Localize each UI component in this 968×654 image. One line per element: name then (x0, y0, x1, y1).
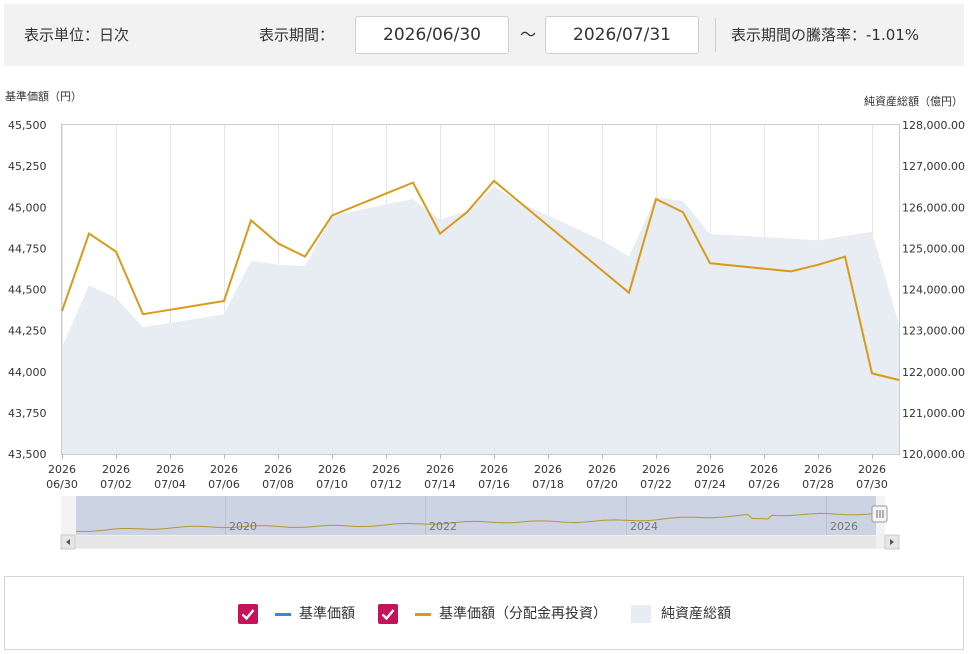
nav-series-checkbox[interactable] (238, 604, 258, 624)
x-tick-date: 07/30 (856, 478, 888, 491)
x-tick-date: 07/02 (100, 478, 132, 491)
y-tick-label: 44,000 (8, 366, 47, 379)
y-tick-label: 44,250 (8, 325, 47, 338)
y-tick-label: 44,500 (8, 284, 47, 297)
x-tick-date: 07/18 (532, 478, 564, 491)
y2-tick-label: 123,000.00 (902, 325, 965, 338)
x-tick-date: 07/16 (478, 478, 510, 491)
x-tick-date: 07/04 (154, 478, 186, 491)
navigator-year-label: 2024 (630, 520, 658, 533)
x-tick-year: 2026 (48, 463, 76, 476)
x-tick-date: 07/26 (748, 478, 780, 491)
reinvested-series-checkbox[interactable] (378, 604, 398, 624)
chart-legend: 基準価額 基準価額（分配金再投資） 純資産総額 (4, 576, 964, 650)
x-tick-year: 2026 (696, 463, 724, 476)
x-tick-date: 07/08 (262, 478, 294, 491)
reinvested-series-label: 基準価額（分配金再投資） (439, 606, 607, 622)
left-axis-title: 基準価額（円） (5, 89, 82, 103)
x-tick-year: 2026 (318, 463, 346, 476)
check-icon (241, 609, 255, 621)
scrollbar-thumb[interactable] (76, 536, 876, 548)
y2-tick-label: 128,000.00 (902, 119, 965, 132)
navigator-year-label: 2022 (429, 520, 457, 533)
x-tick-date: 07/24 (694, 478, 726, 491)
x-tick-year: 2026 (102, 463, 130, 476)
nav-series-label: 基準価額 (299, 606, 355, 622)
y-tick-label: 45,250 (8, 160, 47, 173)
x-tick-date: 07/14 (424, 478, 456, 491)
x-tick-date: 07/28 (802, 478, 834, 491)
x-tick-year: 2026 (426, 463, 454, 476)
scroll-left-button[interactable] (60, 534, 76, 550)
x-tick-year: 2026 (534, 463, 562, 476)
x-tick-year: 2026 (588, 463, 616, 476)
x-tick-year: 2026 (858, 463, 886, 476)
x-tick-year: 2026 (156, 463, 184, 476)
y2-tick-label: 122,000.00 (902, 366, 965, 379)
navigator-year-label: 2020 (229, 520, 257, 533)
x-tick-year: 2026 (372, 463, 400, 476)
y-tick-label: 43,750 (8, 407, 47, 420)
right-axis-title: 純資産総額（億円） (864, 94, 963, 108)
x-tick-date: 07/22 (640, 478, 672, 491)
reinvested-series-swatch (415, 613, 431, 616)
navigator-selected-range[interactable] (76, 496, 876, 535)
x-tick-year: 2026 (264, 463, 292, 476)
x-tick-date: 07/10 (316, 478, 348, 491)
y2-tick-label: 126,000.00 (902, 201, 965, 214)
y2-tick-label: 121,000.00 (902, 407, 965, 420)
y2-tick-label: 125,000.00 (902, 242, 965, 255)
scroll-right-button[interactable] (884, 534, 900, 550)
x-tick-year: 2026 (750, 463, 778, 476)
navigator-handle-right[interactable] (871, 505, 888, 523)
y-tick-label: 43,500 (8, 448, 47, 461)
x-tick-date: 06/30 (46, 478, 78, 491)
x-tick-date: 07/12 (370, 478, 402, 491)
x-tick-date: 07/06 (208, 478, 240, 491)
x-tick-year: 2026 (804, 463, 832, 476)
net-assets-label: 純資産総額 (661, 606, 731, 622)
check-icon (381, 609, 395, 621)
y-tick-label: 45,000 (8, 201, 47, 214)
net-assets-swatch (631, 605, 651, 623)
navigator-year-label: 2026 (830, 520, 858, 533)
x-tick-date: 07/20 (586, 478, 618, 491)
y-tick-label: 44,750 (8, 242, 47, 255)
y2-tick-label: 120,000.00 (902, 448, 965, 461)
nav-series-swatch (275, 613, 291, 616)
net-assets-area (62, 186, 899, 454)
nav-chart: 基準価額（円） 純資産総額（億円） 45,500 45,250 45,000 44,7… (5, 89, 965, 550)
x-tick-year: 2026 (480, 463, 508, 476)
y-tick-label: 45,500 (8, 119, 47, 132)
range-navigator[interactable]: 2020 2022 2024 2026 (60, 496, 900, 550)
x-tick-year: 2026 (210, 463, 238, 476)
x-tick-year: 2026 (642, 463, 670, 476)
y2-tick-label: 124,000.00 (902, 284, 965, 297)
y2-tick-label: 127,000.00 (902, 160, 965, 173)
